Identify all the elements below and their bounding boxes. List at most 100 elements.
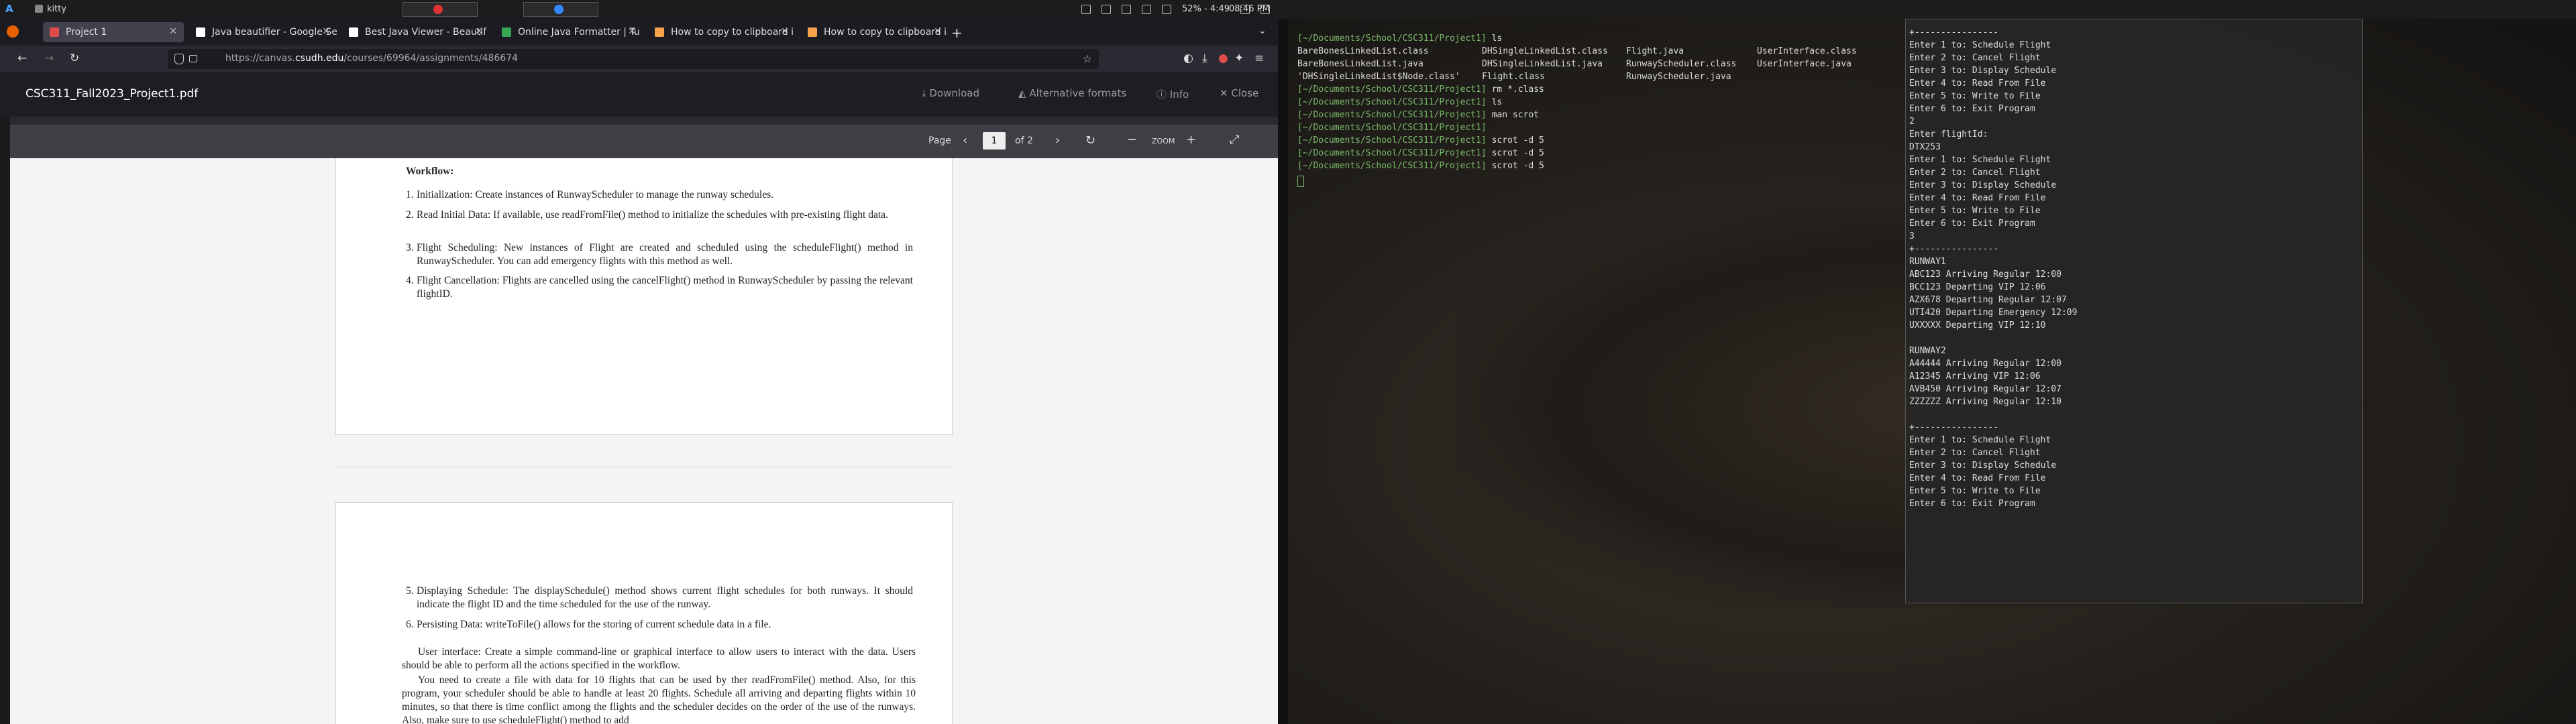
terminal-line: 3	[1909, 231, 1915, 241]
new-tab-button[interactable]: +	[951, 25, 963, 41]
zoom-in-icon[interactable]: +	[1186, 133, 1196, 147]
app-launcher-icon[interactable]: A	[5, 3, 17, 15]
tab-copy-clipboard-2[interactable]: How to copy to clipboard i ✕	[801, 22, 949, 42]
rotate-icon[interactable]: ↻	[1085, 133, 1095, 147]
terminal-line: Enter 4 to: Read From File	[1909, 78, 2046, 88]
terminal-line: BCC123 Departing VIP 12:06	[1909, 282, 2046, 292]
lock-icon[interactable]	[189, 55, 197, 62]
close-tab-icon[interactable]: ✕	[475, 26, 483, 37]
back-icon[interactable]: ←	[17, 52, 27, 65]
tab-title: Best Java Viewer - Beautif	[365, 27, 486, 38]
terminal-line: [~/Documents/School/CSC311/Project1] man…	[1297, 110, 1540, 120]
terminal-line: Enter 6 to: Exit Program	[1909, 104, 2035, 114]
terminal-line: +----------------	[1909, 27, 1999, 38]
settings-icon[interactable]	[1122, 4, 1131, 14]
pdf-page-2: 5. Displaying Schedule: The displaySchedu…	[335, 502, 953, 724]
terminal-line: RUNWAY2	[1909, 346, 1946, 356]
forward-icon[interactable]: →	[44, 52, 54, 65]
volume-icon[interactable]	[1162, 4, 1171, 14]
terminal-line: Enter 1 to: Schedule Flight	[1909, 40, 2051, 50]
url-text[interactable]: https://canvas.csudh.edu/courses/69964/a…	[225, 53, 518, 64]
terminal-line: +----------------	[1909, 244, 1999, 254]
terminal-line: AZX678 Departing Regular 12:07	[1909, 295, 2067, 305]
terminal-line: Enter 3 to: Display Schedule	[1909, 66, 2057, 76]
alternative-formats-button[interactable]: ◭ Alternative formats	[1018, 87, 1126, 99]
close-tab-icon[interactable]: ✕	[781, 26, 789, 37]
terminal-line: +----------------	[1909, 422, 1999, 432]
tab-favicon-icon	[655, 27, 664, 37]
tab-favicon-icon	[808, 27, 817, 37]
terminal-line: [~/Documents/School/CSC311/Project1] ls	[1297, 97, 1503, 107]
reload-icon[interactable]: ↻	[70, 52, 79, 65]
tab-best-java-viewer[interactable]: Best Java Viewer - Beautif ✕	[342, 22, 490, 42]
pdf-page-1: Workflow: 1. Initialization: Create insta…	[335, 158, 953, 435]
terminal-line: A12345 Arriving VIP 12:06	[1909, 371, 2041, 381]
page-toolbar: Page ‹ 1 of 2 › ↻ − ZOOM + ⤢	[10, 125, 1278, 158]
info-button[interactable]: ⓘ Info	[1157, 87, 1189, 101]
list-tabs-icon[interactable]: ⌄	[1258, 25, 1267, 36]
page-number-input[interactable]: 1	[983, 132, 1006, 149]
pocket-icon[interactable]: ◐	[1183, 52, 1193, 65]
wifi-icon[interactable]	[1142, 4, 1151, 14]
tracking-protection-icon[interactable]	[174, 54, 184, 64]
fullscreen-icon[interactable]: ⤢	[1230, 133, 1239, 147]
tab-favicon-icon	[349, 27, 358, 37]
tab-java-beautifier[interactable]: Java beautifier - Google Se ✕	[189, 22, 337, 42]
pdf-viewer[interactable]: Workflow: 1. Initialization: Create insta…	[10, 158, 1278, 724]
close-tab-icon[interactable]: ✕	[322, 26, 330, 37]
bluetooth-icon[interactable]	[1102, 4, 1111, 14]
prev-page-icon[interactable]: ‹	[963, 133, 967, 147]
right-terminal[interactable]: +---------------- Enter 1 to: Schedule Fl…	[1905, 19, 2363, 603]
extensions-icon[interactable]: ✦	[1234, 52, 1244, 65]
terminal-cursor	[1297, 176, 1304, 187]
page-label: Page	[928, 135, 951, 146]
terminal-line: RUNWAY1	[1909, 257, 1946, 267]
download-button[interactable]: ⤓ Download	[922, 87, 979, 99]
bookmark-star-icon[interactable]: ☆	[1083, 52, 1092, 65]
terminal-line: [~/Documents/School/CSC311/Project1] ls	[1297, 34, 1503, 44]
top-panel: A kitty 52% - 4:49 08:46 PM	[0, 0, 2576, 19]
zoom-out-icon[interactable]: −	[1127, 133, 1137, 147]
network-icon[interactable]	[1081, 4, 1091, 14]
terminal-line: UXXXXX Departing VIP 12:10	[1909, 320, 2046, 330]
terminal-line: [~/Documents/School/CSC311/Project1]	[1297, 123, 1487, 133]
terminal-line: ABC123 Arriving Regular 12:00	[1909, 269, 2061, 280]
terminal-line: UTI420 Departing Emergency 12:09	[1909, 308, 2078, 318]
terminal-line: A44444 Arriving Regular 12:00	[1909, 359, 2061, 369]
workspace-2[interactable]	[523, 2, 598, 17]
pdf-filename: CSC311_Fall2023_Project1.pdf	[25, 87, 199, 101]
ui-paragraph: User interface: Create a simple command-…	[402, 646, 916, 671]
terminal-line: Enter 6 to: Exit Program	[1909, 219, 2035, 229]
tab-title: Java beautifier - Google Se	[212, 27, 337, 38]
menu-icon[interactable]: ≡	[1254, 52, 1264, 65]
firefox-icon	[7, 25, 19, 38]
kitty-icon	[35, 5, 43, 13]
terminal-line: Enter 3 to: Display Schedule	[1909, 461, 2057, 471]
tab-project-1[interactable]: Project 1 ✕	[43, 22, 184, 42]
tab-title: Project 1	[66, 27, 107, 38]
battery-status: 52% - 4:49	[1182, 4, 1230, 14]
terminal-line: Enter 2 to: Cancel Flight	[1909, 53, 2041, 63]
close-tab-icon[interactable]: ✕	[934, 26, 942, 37]
url-bar[interactable]: https://canvas.csudh.edu/courses/69964/a…	[168, 49, 1099, 69]
tab-copy-clipboard-1[interactable]: How to copy to clipboard i ✕	[648, 22, 796, 42]
active-window-title[interactable]: kitty	[47, 4, 66, 14]
tab-title: Online Java Formatter | Tu	[518, 27, 640, 38]
close-tab-icon[interactable]: ✕	[628, 26, 636, 37]
tab-title: How to copy to clipboard i	[671, 27, 794, 38]
terminal-line: Enter 5 to: Write to File	[1909, 91, 2041, 101]
terminal-line: Enter 4 to: Read From File	[1909, 473, 2046, 483]
terminal-line: Enter 5 to: Write to File	[1909, 486, 2041, 496]
terminal-line: [~/Documents/School/CSC311/Project1] scr…	[1297, 148, 1544, 158]
next-page-icon[interactable]: ›	[1055, 133, 1060, 147]
terminal-line: Enter 1 to: Schedule Flight	[1909, 435, 2051, 445]
workspace-1[interactable]	[402, 2, 478, 17]
close-tab-icon[interactable]: ✕	[169, 26, 177, 37]
terminal-line: Enter 2 to: Cancel Flight	[1909, 448, 2041, 458]
extension-icon[interactable]: ●	[1218, 52, 1228, 65]
close-button[interactable]: ✕ Close	[1220, 87, 1258, 99]
tab-online-java-formatter[interactable]: Online Java Formatter | Tu ✕	[495, 22, 643, 42]
terminal-line: Enter 6 to: Exit Program	[1909, 499, 2035, 509]
terminal-line: [~/Documents/School/CSC311/Project1] rm …	[1297, 84, 1544, 95]
downloads-icon[interactable]: ⤓	[1202, 52, 1208, 65]
